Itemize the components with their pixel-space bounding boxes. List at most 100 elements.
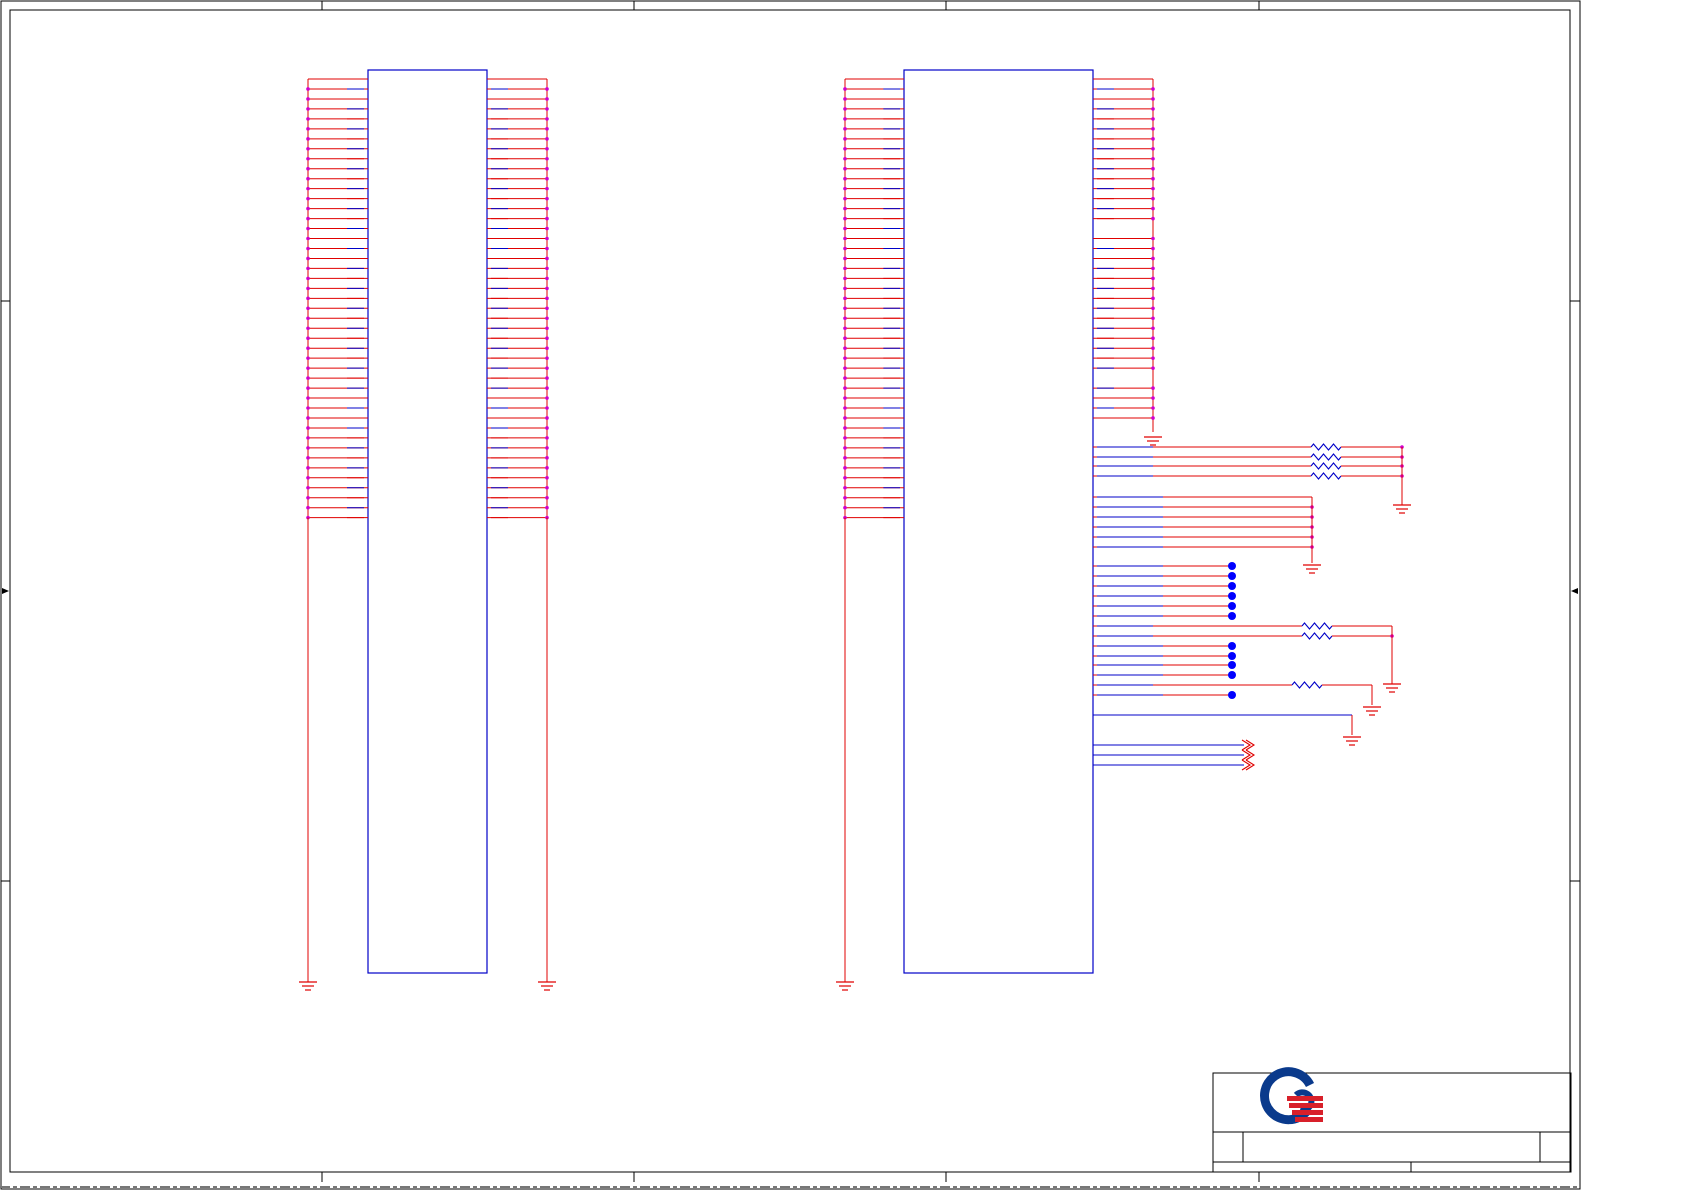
- pin-junction-dot: [545, 196, 549, 201]
- pin-junction-dot: [545, 466, 549, 470]
- pin-junction-dot: [306, 446, 310, 450]
- pin-junction-dot: [306, 276, 310, 281]
- pin-junction-dot: [306, 127, 310, 131]
- pin-junction-dot: [545, 356, 549, 360]
- pin-junction-dot: [545, 156, 549, 161]
- pin-junction-dot: [306, 286, 310, 291]
- pin-junction-dot: [545, 186, 549, 191]
- pin-junction-dot: [843, 226, 847, 231]
- pin-junction-dot: [306, 226, 310, 231]
- pin-junction-dot: [545, 346, 549, 350]
- pin-junction-dot: [545, 366, 549, 370]
- ground-symbol-icon: [1303, 564, 1321, 574]
- pin-junction-dot: [1151, 316, 1155, 321]
- resistor-icon: [1310, 453, 1342, 461]
- pin-junction-dot: [306, 87, 310, 91]
- pin-junction-dot: [1151, 87, 1155, 91]
- pin-junction-dot: [843, 246, 847, 251]
- pin-junction-dot: [1151, 306, 1155, 311]
- no-connect-dot-icon: [1228, 671, 1236, 679]
- pin-junction-dot: [545, 306, 549, 311]
- pin-junction-dot: [843, 87, 847, 91]
- pin-junction-dot: [306, 107, 310, 111]
- pin-junction-dot: [1151, 186, 1155, 191]
- ground-symbol-icon: [1343, 736, 1361, 746]
- pin-junction-dot: [843, 426, 847, 430]
- resistor-icon: [1310, 462, 1342, 470]
- pin-junction-dot: [306, 456, 310, 460]
- pin-junction-dot: [1151, 97, 1155, 101]
- pin-junction-dot: [1151, 326, 1155, 331]
- pin-junction-dot: [843, 505, 847, 510]
- pin-junction-dot: [306, 256, 310, 261]
- pin-junction-dot: [306, 336, 310, 341]
- pin-junction-dot: [306, 206, 310, 211]
- pin-junction-dot: [306, 246, 310, 251]
- company-logo-icon: [1260, 1067, 1323, 1125]
- ground-symbol-icon: [836, 981, 854, 991]
- pin-junction-dot: [1151, 166, 1155, 171]
- pin-junction-dot: [545, 396, 549, 400]
- pin-junction-dot: [1151, 416, 1155, 420]
- pin-junction-dot: [545, 226, 549, 231]
- ground-symbol-icon: [1144, 436, 1162, 446]
- pin-junction-dot: [306, 236, 310, 241]
- pin-junction-dot: [1151, 156, 1155, 161]
- pin-junction-dot: [1151, 107, 1155, 111]
- no-connect-dot-icon: [1228, 562, 1236, 570]
- pin-junction-dot: [545, 446, 549, 450]
- pin-junction-dot: [306, 366, 310, 370]
- connector-b-pins: [836, 78, 1162, 991]
- pin-junction-dot: [843, 146, 847, 151]
- pin-junction-dot: [545, 276, 549, 281]
- pin-junction-dot: [843, 256, 847, 261]
- pin-junction-dot: [545, 236, 549, 241]
- sheet-center-arrows: [2, 588, 1578, 594]
- pin-junction-dot: [1151, 256, 1155, 261]
- pin-junction-dot: [1151, 146, 1155, 151]
- pin-junction-dot: [306, 495, 310, 500]
- pin-junction-dot: [306, 326, 310, 331]
- pin-junction-dot: [843, 476, 847, 480]
- pin-junction-dot: [843, 117, 847, 121]
- pin-junction-dot: [843, 396, 847, 400]
- pin-junction-dot: [306, 426, 310, 430]
- pin-junction-dot: [843, 127, 847, 131]
- pin-junction-dot: [306, 266, 310, 271]
- pin-junction-dot: [1151, 206, 1155, 211]
- pin-junction-dot: [843, 286, 847, 291]
- ground-symbol-icon: [1363, 706, 1381, 716]
- pin-junction-dot: [306, 356, 310, 360]
- pin-junction-dot: [306, 396, 310, 400]
- resistor-icon: [1291, 681, 1323, 689]
- pin-junction-dot: [306, 117, 310, 121]
- pin-junction-dot: [545, 256, 549, 261]
- pin-junction-dot: [843, 206, 847, 211]
- pin-junction-dot: [843, 326, 847, 331]
- pin-junction-dot: [843, 137, 847, 141]
- pin-junction-dot: [545, 146, 549, 151]
- pin-junction-dot: [1151, 336, 1155, 341]
- no-connect-dot-icon: [1228, 572, 1236, 580]
- resistor-icon: [1310, 443, 1342, 451]
- no-connect-dot-icon: [1228, 642, 1236, 650]
- pin-junction-dot: [306, 505, 310, 510]
- pin-junction-dot: [1151, 137, 1155, 141]
- pin-junction-dot: [545, 176, 549, 181]
- sheet-frame: [0, 0, 1581, 1190]
- pin-junction-dot: [306, 306, 310, 311]
- pin-junction-dot: [843, 156, 847, 161]
- pin-junction-dot: [843, 406, 847, 410]
- resistor-icon: [1310, 472, 1342, 480]
- ground-symbol-icon: [538, 981, 556, 991]
- pin-junction-dot: [843, 276, 847, 281]
- pin-junction-dot: [306, 146, 310, 151]
- connector-b-body: [903, 69, 1094, 974]
- pin-junction-dot: [545, 166, 549, 171]
- pin-junction-dot: [545, 416, 549, 420]
- pin-junction-dot: [843, 296, 847, 301]
- pin-junction-dot: [545, 456, 549, 460]
- pin-junction-dot: [1151, 406, 1155, 410]
- pin-junction-dot: [545, 137, 549, 141]
- pin-junction-dot: [843, 416, 847, 420]
